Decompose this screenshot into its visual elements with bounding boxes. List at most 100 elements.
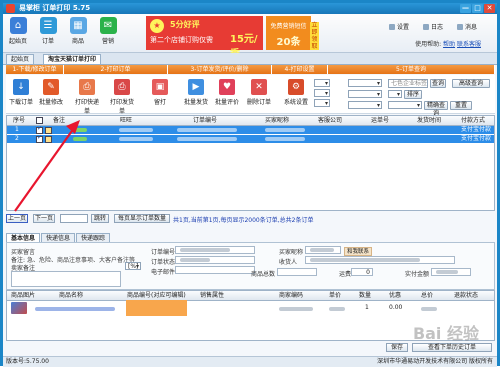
buyer-field [305,246,341,254]
print-express-button[interactable]: ⎙ 打印快递单 [74,79,100,115]
print-ship-icon: ⎙ [114,79,130,95]
order-no-field [175,246,255,254]
table-row[interactable]: 2 支付宝付款 [7,134,494,143]
tab-express-track[interactable]: 快递跟踪 [76,233,111,242]
query-field-select[interactable] [348,79,382,88]
tab-order-print[interactable]: 淘宝天猫订单打印 [43,54,102,64]
tab-express-info[interactable]: 快递信息 [41,233,76,242]
query-field-select-2[interactable] [348,90,382,99]
batch-review-button[interactable]: ♥ 批量评价 [214,79,240,106]
postage-field[interactable]: 0 [351,268,373,276]
log-icon [422,23,429,30]
item-row[interactable]: 1 0.00 [7,300,494,316]
tab-start-page[interactable]: 起始页 [6,54,35,64]
col-no: 序号 [13,117,26,124]
minimize-button[interactable]: — [460,4,471,13]
products-button[interactable]: ▦ 商品 [67,17,89,45]
col-payment: 付款方式 [461,117,486,124]
maximize-button[interactable]: □ [472,4,483,13]
note-flag-select[interactable]: [%] [125,262,141,271]
contact-service-link[interactable]: 联系客服 [457,41,481,48]
home-button[interactable]: ⌂ 起始页 [7,17,29,45]
clear-button[interactable]: 重置 [450,101,472,110]
close-button[interactable]: ✕ [484,4,495,13]
sms-banner[interactable]: 免费营销短信 20条 立即领取 [266,16,319,50]
col-remark: 备注 [53,117,66,124]
remark-value: 急、危险、商品注意事项、大客户备注等 [27,257,136,264]
step-2: 2-打印订单 [64,65,168,74]
next-page-button[interactable]: 下一页 [33,214,55,223]
log-link[interactable]: 日志 [422,22,443,31]
pager: 上一页 下一页 跳转 每页显示订单数量 共1页,当前第1页,每页显示2000条订… [6,214,495,224]
query-field-select-3[interactable] [348,101,382,110]
tab-basic-info[interactable]: 基本信息 [6,233,41,242]
order-status-field [175,256,255,264]
copies-select[interactable] [314,99,330,108]
batch-edit-icon: ✎ [43,79,59,95]
message-link[interactable]: 消息 [456,22,477,31]
help-link[interactable]: 帮助 [443,41,455,48]
query-input[interactable]: 七色企业标签 [388,79,428,88]
query-button[interactable]: 查询 [430,79,446,88]
jump-button[interactable]: 跳转 [91,214,109,223]
orders-button[interactable]: ☰ 订单 [37,17,59,45]
order-detail-panel: 买家留言 备注: 急、危险、商品注意事项、大客户备注等 卖家备注 [%] 订单编… [6,242,495,290]
print-ship-button[interactable]: ⎙ 打印发货单 [109,79,135,115]
col-order-no: 订单编号 [193,117,218,124]
save-button[interactable]: 保存 [386,343,408,352]
home-icon: ⌂ [9,17,27,34]
prev-page-button[interactable]: 上一页 [6,214,28,223]
select-all-checkbox[interactable] [36,117,43,124]
sort-button[interactable]: 排序 [404,90,422,99]
window-title: 易掌柜 订单打印 5.75 [19,4,91,12]
row-checkbox[interactable] [36,134,43,143]
printer-select[interactable] [314,79,330,88]
status-bar: 版本号:5.75.00 深圳市华通易动开发技术有限公司 版权所有 [3,356,497,367]
batch-edit-button[interactable]: ✎ 批量修改 [38,79,64,106]
delete-order-button[interactable]: ✕ 删除订单 [246,79,272,106]
order-table: 序号 备注 旺旺 订单编号 买家昵称 客服公司 运单号 发货时间 付款方式 1 … [6,115,495,211]
seller-note-field[interactable] [11,271,121,287]
main-toolbar: ⌂ 起始页 ☰ 订单 ▦ 商品 ✉ 营销 ★ 5分好评 第二个店铺订购仅需 15… [3,14,497,60]
contact-me-button[interactable]: 和我联系 [344,247,372,256]
page-size-button[interactable]: 每页显示订单数量 [114,214,170,223]
email-field [175,266,255,274]
page-number-input[interactable] [60,214,88,223]
download-icon: ↓ [13,79,29,95]
download-orders-button[interactable]: ↓ 下载订单 [8,79,34,106]
status-select[interactable] [388,101,422,110]
product-code-cell[interactable] [126,300,187,316]
order-icon: ☰ [39,17,57,34]
batch-review-icon: ♥ [219,79,235,95]
col-buyer: 买家昵称 [265,117,290,124]
step-4: 4-打印设置 [272,65,328,74]
row-checkbox[interactable] [36,125,43,134]
watermark: Bai 经验 [412,324,479,343]
batch-ship-button[interactable]: ▶ 批量发货 [183,79,209,106]
promo-banner[interactable]: ★ 5分好评 第二个店铺订购仅需 15元/季 [146,16,263,60]
hold-print-button[interactable]: ▣ 留打 [147,79,173,106]
exact-query-button[interactable]: 精确查询 [424,101,448,117]
settings-link[interactable]: 设置 [388,22,409,31]
template-select[interactable] [314,89,330,98]
product-icon: ▦ [69,17,87,34]
paid-amount-field [431,268,471,276]
table-row[interactable]: 1 支付宝付款 [7,125,494,134]
product-thumbnail [11,302,27,314]
order-table-header: 序号 备注 旺旺 订单编号 买家昵称 客服公司 运单号 发货时间 付款方式 [7,116,494,126]
history-orders-button[interactable]: 查看下单历史订单 [412,343,492,352]
system-settings-button[interactable]: ⚙ 系统设置 [283,79,309,106]
settings-icon: ⚙ [288,79,304,95]
settings-icon [388,23,395,30]
step-5: 5-订单查询 [328,65,495,74]
col-ship-time: 发货时间 [417,117,442,124]
marketing-button[interactable]: ✉ 营销 [97,17,119,45]
marketing-icon: ✉ [99,17,117,34]
document-tabs: 起始页 淘宝天猫订单打印 [3,53,497,65]
step-header: 1-下载/修改订单 2-打印订单 3-订单发货/评价/删除 4-打印设置 5-订… [6,65,495,74]
action-toolbar: ↓ 下载订单 ✎ 批量修改 ⎙ 打印快递单 ⎙ 打印发货单 ▣ 留打 ▶ 批量发… [6,75,495,117]
advanced-query-button[interactable]: 高级查询 [452,79,490,88]
sort-field-select[interactable] [388,90,402,99]
col-wangwang: 旺旺 [120,117,133,124]
pager-info: 共1页,当前第1页,每页显示2000条订单,总共2条订单 [173,217,314,224]
